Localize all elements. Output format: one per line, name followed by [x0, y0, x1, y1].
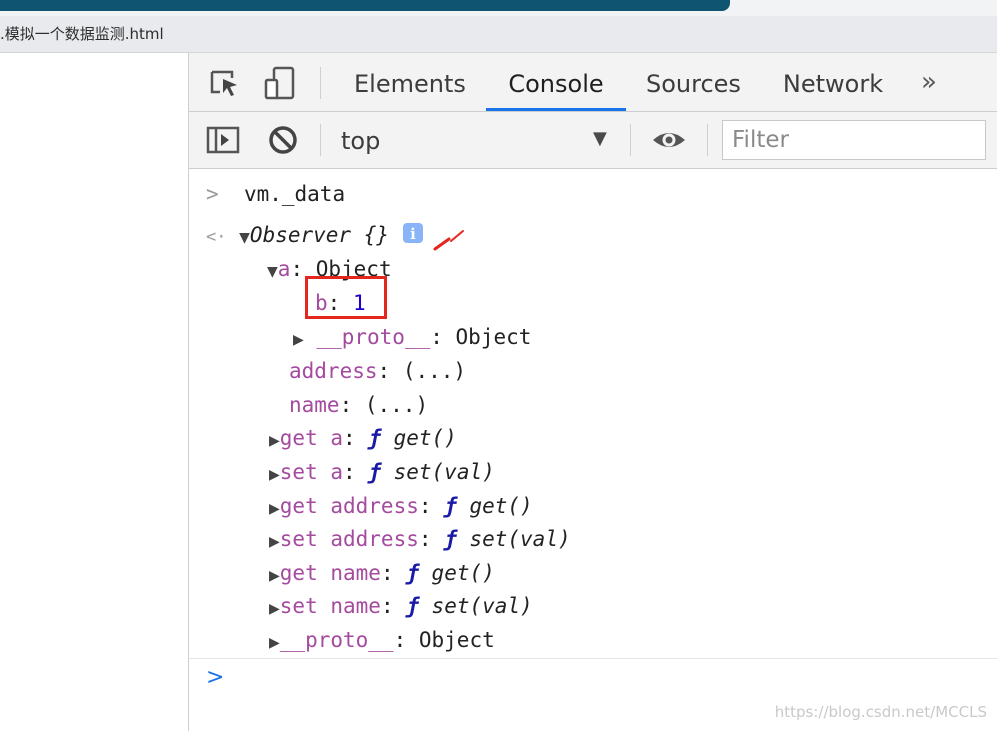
tree-node-proto[interactable]: ▶__proto__: Object — [269, 626, 495, 657]
tree-node-accessor[interactable]: ▶get address: ƒ get() — [269, 492, 533, 523]
expand-triangle-icon[interactable]: ▼ — [267, 258, 278, 286]
console-toolbar: top ▼ — [189, 112, 997, 169]
toolbar-separator — [320, 124, 321, 156]
function-signature: get() — [393, 426, 457, 450]
function-symbol: ƒ — [406, 561, 419, 585]
collapse-triangle-icon[interactable]: ▶ — [293, 326, 304, 354]
console-output: > vm._data <· ▼Observer {} i ▼a: Object … — [189, 169, 997, 731]
property-key: get address — [279, 494, 419, 518]
collapse-triangle-icon[interactable]: ▶ — [269, 528, 280, 556]
console-input-line: > vm._data — [206, 180, 345, 208]
observer-label[interactable]: Observer {} — [250, 223, 389, 247]
expand-triangle-icon[interactable]: ▼ — [239, 224, 250, 252]
collapse-triangle-icon[interactable]: ▶ — [269, 629, 280, 657]
info-icon[interactable]: i — [402, 222, 424, 251]
toolbar-separator — [320, 67, 321, 99]
more-tabs-button[interactable]: » — [921, 67, 937, 97]
browser-tab-strip — [0, 0, 730, 11]
function-signature: set(val) — [469, 527, 571, 551]
tree-node-accessor[interactable]: ▶set a: ƒ set(val) — [269, 458, 495, 489]
function-signature: set(val) — [393, 460, 495, 484]
toolbar-separator — [707, 124, 708, 156]
property-value: (...) — [402, 359, 467, 383]
devtools-panel: Elements Console Sources Network » top ▼ — [189, 53, 997, 731]
tab-network[interactable]: Network — [782, 67, 884, 111]
property-key: __proto__ — [316, 325, 431, 349]
function-symbol: ƒ — [368, 426, 381, 450]
property-key: get a — [279, 426, 343, 450]
function-symbol: ƒ — [406, 594, 419, 618]
devtools-main-toolbar: Elements Console Sources Network » — [189, 53, 997, 112]
svg-text:i: i — [410, 225, 416, 243]
property-key: get name — [279, 561, 381, 585]
tree-node-accessor[interactable]: ▶set address: ƒ set(val) — [269, 525, 571, 556]
property-key: set a — [279, 460, 343, 484]
property-value: Object — [418, 628, 495, 652]
console-prompt-chevron-icon[interactable]: > — [206, 665, 224, 690]
function-symbol: ƒ — [444, 494, 457, 518]
console-result-line[interactable]: <· ▼Observer {} i — [206, 221, 424, 252]
function-signature: get() — [469, 494, 533, 518]
function-signature: set(val) — [431, 594, 533, 618]
function-symbol: ƒ — [368, 460, 381, 484]
function-signature: get() — [431, 561, 495, 585]
device-toolbar-icon[interactable] — [263, 66, 297, 100]
chevron-down-icon[interactable]: ▼ — [593, 128, 607, 149]
file-tab-title[interactable]: .模拟一个数据监测.html — [0, 23, 164, 44]
property-key: set address — [279, 527, 419, 551]
highlight-box-annotation — [305, 276, 387, 319]
collapse-triangle-icon[interactable]: ▶ — [269, 595, 280, 623]
watermark: https://blog.csdn.net/MCCLS — [774, 703, 987, 721]
tree-node-address[interactable]: address: (...) — [289, 357, 466, 385]
live-expression-eye-icon[interactable] — [651, 123, 685, 157]
collapse-triangle-icon[interactable]: ▶ — [269, 461, 280, 489]
tab-console[interactable]: Console — [486, 67, 626, 111]
tab-elements[interactable]: Elements — [354, 67, 466, 111]
tree-node-accessor[interactable]: ▶get a: ƒ get() — [269, 424, 457, 455]
property-key: a — [277, 257, 291, 281]
tree-node-accessor[interactable]: ▶set name: ƒ set(val) — [269, 592, 533, 623]
property-value: Object — [455, 325, 532, 349]
clear-console-icon[interactable] — [266, 123, 300, 157]
collapse-triangle-icon[interactable]: ▶ — [269, 562, 280, 590]
console-filter-input[interactable] — [722, 120, 986, 160]
execution-context-select[interactable]: top — [341, 126, 380, 156]
tree-node-a-proto[interactable]: ▶ __proto__: Object — [293, 323, 531, 354]
console-command: vm._data — [243, 182, 346, 206]
property-key: name — [289, 393, 340, 417]
property-key: __proto__ — [279, 628, 394, 652]
browser-top-band — [0, 0, 997, 16]
toolbar-separator — [630, 124, 631, 156]
sidebar-toggle-icon[interactable] — [206, 123, 240, 157]
console-divider — [189, 658, 997, 659]
function-symbol: ƒ — [444, 527, 457, 551]
property-key: set name — [279, 594, 381, 618]
property-value: (...) — [364, 393, 429, 417]
result-arrow-icon: <· — [206, 227, 227, 247]
tree-node-name[interactable]: name: (...) — [289, 391, 428, 419]
inspect-element-icon[interactable] — [208, 66, 242, 100]
collapse-triangle-icon[interactable]: ▶ — [269, 495, 280, 523]
tab-sources[interactable]: Sources — [646, 67, 741, 111]
tree-node-accessor[interactable]: ▶get name: ƒ get() — [269, 559, 495, 590]
file-tab-bar: .模拟一个数据监测.html — [0, 16, 997, 53]
input-prompt-chevron-icon: > — [206, 182, 219, 206]
pen-mark-annotation — [433, 230, 464, 251]
page-viewport — [0, 53, 189, 731]
collapse-triangle-icon[interactable]: ▶ — [269, 427, 280, 455]
property-key: address — [289, 359, 378, 383]
